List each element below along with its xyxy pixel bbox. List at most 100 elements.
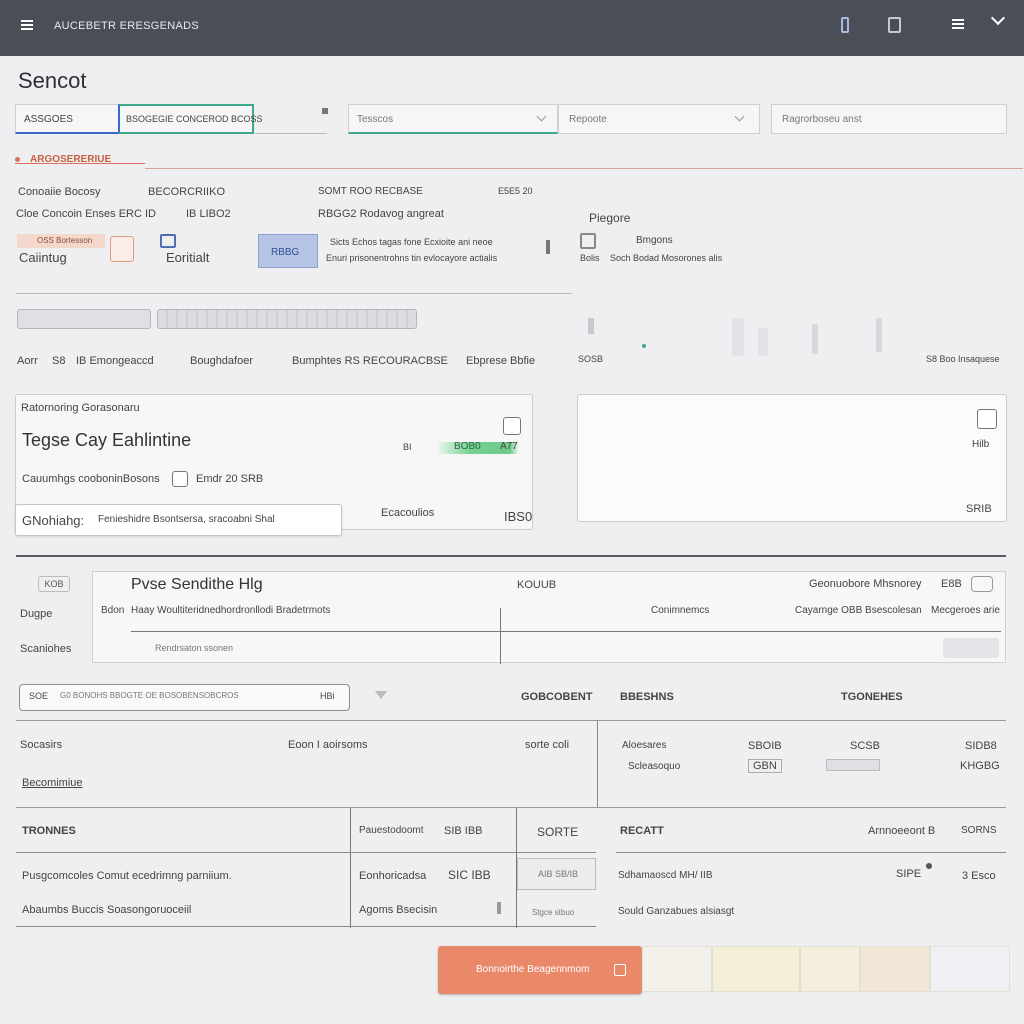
side-row-value: Soch Bodad Mosorones alis: [610, 253, 723, 263]
bullet-icon: [15, 157, 20, 162]
meta-label: Aorr: [17, 355, 38, 367]
panel-right-value: E8B: [941, 578, 962, 590]
card-input[interactable]: GNohiahg: Fenieshidre Bsontsersa, sracoa…: [15, 504, 342, 536]
card-row-value: Emdr 20 SRB: [196, 473, 264, 485]
chevron-down-icon: [734, 111, 745, 122]
table-left-label: Socasirs: [20, 739, 63, 751]
list-icon[interactable]: [952, 19, 965, 29]
filter-field-4[interactable]: Ragrorboseu anst: [771, 104, 1007, 134]
panel-right-label: Geonuobore Mhsnorey: [809, 578, 922, 590]
phone-icon[interactable]: [841, 17, 849, 33]
panel-col: Cayarnge OBB Bsescolesan: [795, 605, 922, 616]
chevron-down-icon[interactable]: [990, 10, 1006, 26]
menu-icon[interactable]: [21, 20, 33, 30]
primary-action-button[interactable]: Bonnoirthe Beagennmom: [438, 946, 642, 994]
chart-label: SOSB: [578, 354, 604, 364]
tile-3-line-1: Sicts Echos tagas fone Ecxioite ani neoe: [330, 237, 493, 247]
lower-right-cell: Sould Ganzabues alsiasgt: [618, 906, 735, 917]
mini-chart: SOSB S8 Boo Insaquese: [578, 318, 1006, 370]
card-row-checkbox[interactable]: [172, 471, 188, 487]
chevron-down-icon: [536, 111, 547, 122]
thumbnail-tile[interactable]: [930, 946, 1010, 992]
badge-suffix: A77: [500, 441, 518, 452]
table-header: GOBCOBENT: [521, 691, 593, 703]
filter-field-1-input[interactable]: BSOGEGIE CONCEROD BCOSS: [118, 104, 263, 134]
panel-left-label: Dugpe: [20, 608, 53, 620]
lower-mid-cell: Agoms Bsecisin: [359, 904, 438, 916]
side-row-label: Bolis: [580, 253, 600, 263]
chart-bar: [732, 318, 744, 356]
detail-checkbox[interactable]: [977, 409, 997, 429]
box-icon: [160, 234, 176, 248]
filter-field-1[interactable]: ASSGOES: [15, 104, 120, 134]
thumbnail-tile[interactable]: [800, 946, 860, 992]
detail-value-1: Hilb: [972, 439, 990, 450]
section-divider: [145, 168, 1023, 169]
card-checkbox[interactable]: [503, 417, 521, 435]
lower-header: SIB IBB: [444, 825, 483, 837]
table-mid-2: sorte coli: [525, 739, 570, 751]
lower-row-divider: [16, 852, 596, 853]
table-col-divider: [597, 720, 598, 808]
lower-right-cell: 3 Esco: [962, 870, 996, 882]
filter-field-3[interactable]: Repoote: [558, 104, 760, 134]
card-title: Tegse Cay Eahlintine: [22, 430, 192, 450]
search-input[interactable]: SOE G0 BONOHS BBOGTE OE BOSOBENSOBCROS H…: [19, 684, 350, 711]
document-icon[interactable]: [888, 17, 901, 33]
thumbnail-tile[interactable]: [712, 946, 800, 992]
lower-header: TRONNES: [22, 825, 76, 837]
lower-header: SORTE: [537, 825, 579, 839]
lower-mid-cell: SIC IBB: [448, 868, 491, 882]
table-chip: [826, 759, 880, 771]
status-dot-icon: [926, 863, 932, 869]
chart-bar: [758, 328, 768, 356]
filter-field-2[interactable]: Tesscos: [348, 104, 558, 134]
tile-1-label: Caiintug: [19, 250, 67, 265]
filter-field-3-value: Repoote: [569, 114, 607, 125]
table-cell: Aloesares: [622, 740, 667, 751]
dot-icon: [322, 108, 328, 114]
meta-value: Boughdafoer: [190, 355, 253, 367]
thumbnail-tile[interactable]: [642, 946, 712, 992]
tile-3-line-2: Enuri prisonentrohns tin evlocayore acti…: [326, 253, 498, 263]
divider: [255, 133, 327, 134]
list-icon: [614, 964, 626, 976]
lower-left-cell: Pusgcomcoles Comut ecedrimng parniium.: [22, 870, 232, 882]
placeholder-bar-1[interactable]: [17, 309, 151, 329]
page-title: Sencot: [18, 68, 87, 93]
thumbnail-tile[interactable]: [860, 946, 930, 992]
toggle-icon[interactable]: [971, 576, 993, 592]
panel-tag[interactable]: KOB: [38, 576, 70, 592]
meta-value: IB Emongeaccd: [76, 355, 154, 367]
card-foot-label: Ecacoulios: [381, 507, 435, 519]
panel-row-divider: [131, 631, 1001, 632]
card-input-text: Fenieshidre Bsontsersa, sracoabni Shal: [98, 514, 275, 525]
table-divider: [16, 807, 1006, 808]
panel-col: Mecgeroes arie: [931, 605, 1000, 616]
info-value: RBGG2 Rodavog angreat: [318, 208, 444, 220]
filter-field-1-value: BSOGEGIE CONCEROD BCOSS: [126, 114, 263, 124]
search-placeholder: G0 BONOHS BBOGTE OE BOSOBENSOBCROS: [60, 691, 239, 700]
search-suffix: HBi: [320, 691, 335, 701]
scroll-icon[interactable]: [497, 902, 501, 914]
panel-sub-text: Rendrsaton ssonen: [155, 643, 234, 653]
tile-3-badge: RBBG: [258, 234, 318, 268]
table-cell: SCSB: [850, 740, 880, 752]
card-foot-value: IBS0: [504, 509, 533, 524]
table-left-link[interactable]: Becomimiue: [22, 777, 83, 789]
panel-action[interactable]: [943, 638, 999, 658]
lower-header: Pauestodoomt: [359, 825, 424, 836]
lower-row-divider: [616, 852, 1006, 853]
panel-divider: [16, 555, 1006, 557]
more-icon[interactable]: [546, 240, 550, 254]
info-value: BECORCRIIKO: [148, 186, 226, 198]
table-divider: [16, 720, 1006, 721]
tile-1-banner: OSS Bortesson: [17, 234, 105, 248]
lower-left-cell: Abaumbs Buccis Soasongoruoceiil: [22, 904, 192, 916]
chart-point: [642, 344, 646, 348]
lower-row-divider: [16, 926, 596, 927]
table-cell: SIDB8: [965, 740, 997, 752]
placeholder-bar-2[interactable]: [157, 309, 417, 329]
meta-value: Bumphtes RS RECOURACBSE: [292, 355, 448, 367]
dropdown-icon[interactable]: [375, 691, 387, 699]
